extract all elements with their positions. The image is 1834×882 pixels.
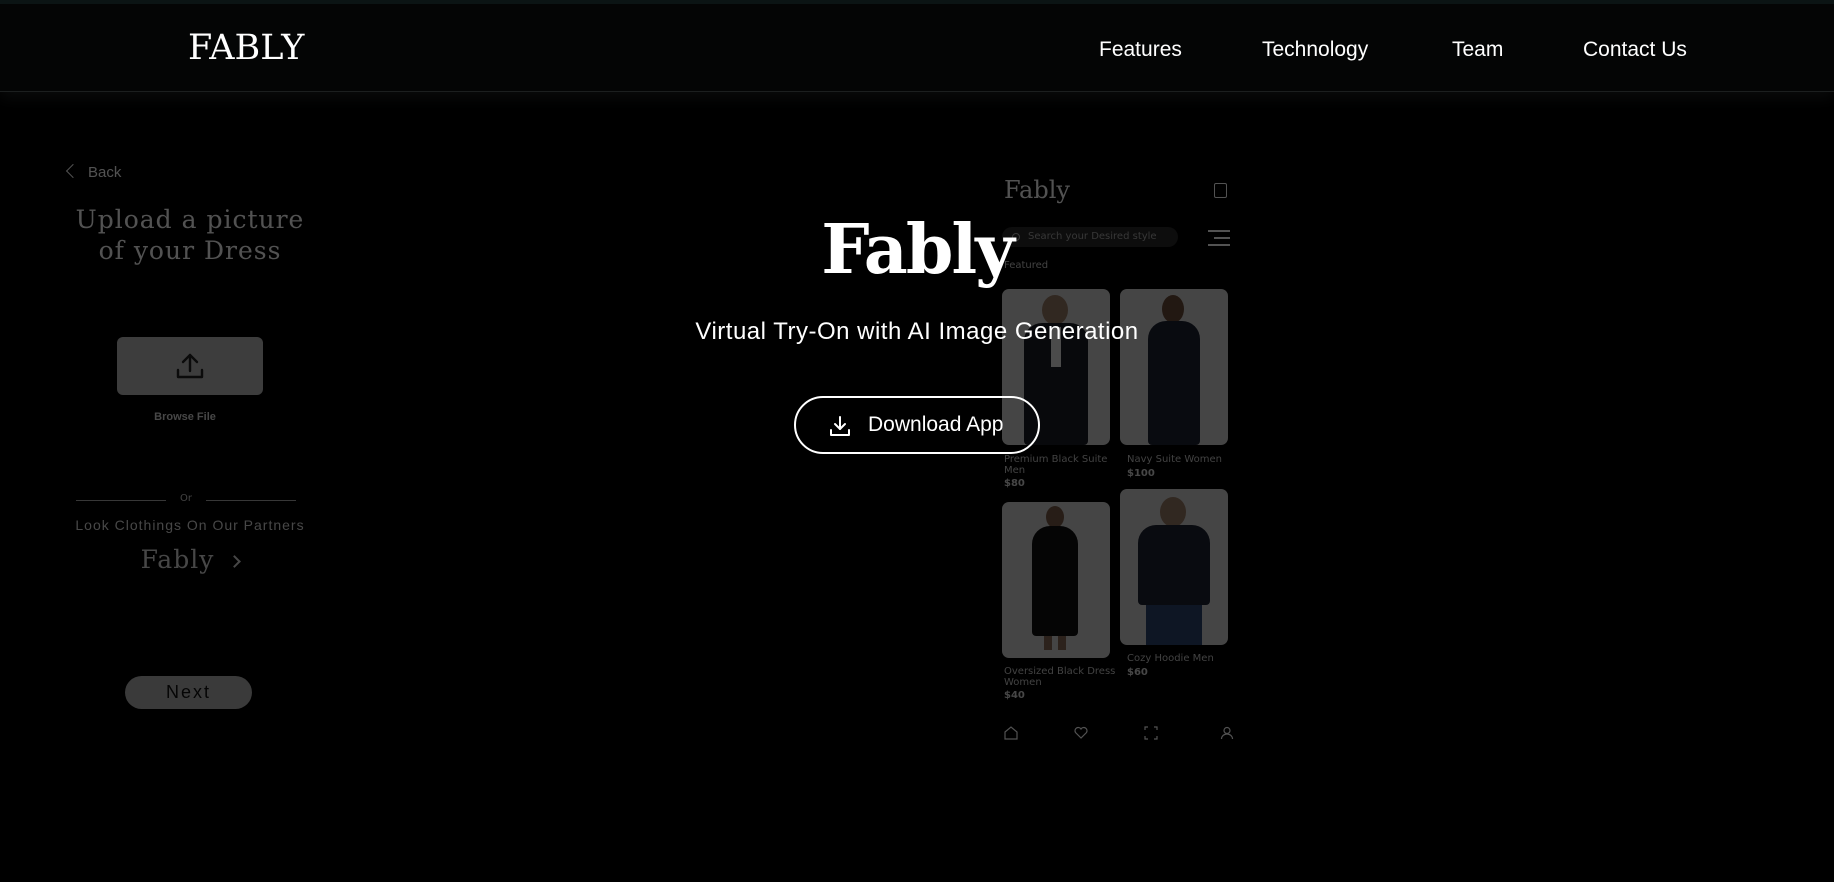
- back-label: Back: [88, 164, 122, 181]
- chevron-right-icon: [228, 555, 242, 568]
- partner-name: Fably: [140, 545, 215, 574]
- hero-logo: Fably: [821, 210, 1015, 290]
- or-divider: Or: [76, 493, 296, 507]
- product-name: Cozy Hoodie Men: [1127, 653, 1214, 664]
- product-price: $80: [1004, 478, 1025, 489]
- nav-link-features[interactable]: Features: [1099, 38, 1182, 62]
- scan-icon: [1144, 726, 1158, 740]
- heart-icon: [1074, 726, 1088, 739]
- product-name: Premium Black Suite Men: [1004, 454, 1108, 476]
- or-label: Or: [180, 493, 192, 504]
- next-button: Next: [125, 676, 252, 709]
- product-price: $60: [1127, 667, 1148, 678]
- product-name: Oversized Black Dress Women: [1004, 666, 1116, 688]
- profile-icon: [1220, 726, 1234, 740]
- download-app-button[interactable]: Download App: [794, 396, 1040, 454]
- product-card-image: [1002, 502, 1110, 658]
- product-price: $40: [1004, 690, 1025, 701]
- top-navbar: FABLY Features Technology Team Contact U…: [0, 0, 1834, 92]
- back-link: Back: [65, 163, 122, 181]
- product-card-image: [1120, 489, 1228, 645]
- phone-tab-bar: [1000, 724, 1236, 744]
- main-nav: Features Technology Team Contact Us: [0, 38, 1834, 68]
- product-name: Navy Suite Women: [1127, 454, 1222, 465]
- partner-link: Fably: [60, 545, 320, 574]
- chevron-left-icon: [65, 163, 81, 179]
- download-icon: [830, 416, 850, 436]
- nav-link-team[interactable]: Team: [1452, 38, 1503, 62]
- phone-brand: Fably: [1004, 176, 1070, 204]
- shopping-bag-icon: [1214, 183, 1227, 198]
- browse-file-label: Browse File: [154, 411, 216, 423]
- nav-link-contact-us[interactable]: Contact Us: [1583, 38, 1687, 62]
- nav-link-technology[interactable]: Technology: [1262, 38, 1368, 62]
- home-icon: [1004, 726, 1018, 740]
- upload-icon: [176, 353, 204, 379]
- hero-subtitle: Virtual Try-On with AI Image Generation: [695, 318, 1139, 345]
- product-price: $100: [1127, 468, 1155, 479]
- product-card-image: [1120, 289, 1228, 445]
- download-app-label: Download App: [868, 413, 1004, 436]
- partners-label: Look Clothings On Our Partners: [75, 517, 305, 533]
